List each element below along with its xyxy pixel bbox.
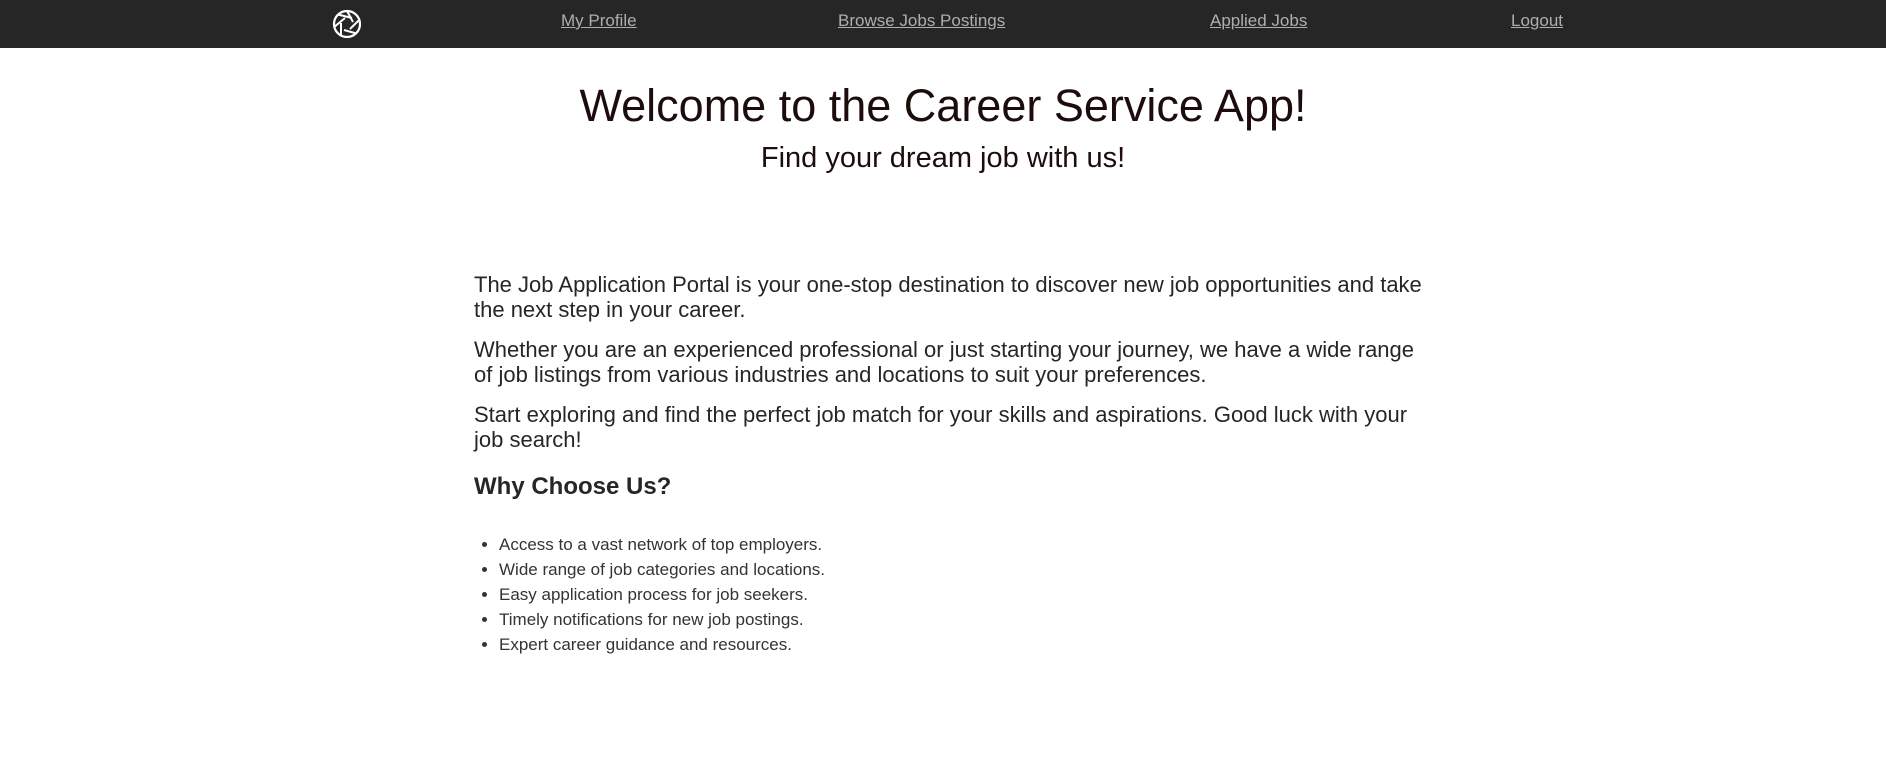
- list-item: Easy application process for job seekers…: [499, 582, 1434, 607]
- top-navbar: My Profile Browse Jobs Postings Applied …: [0, 0, 1886, 48]
- nav-link-browse-jobs[interactable]: Browse Jobs Postings: [838, 11, 1005, 31]
- page-title: Welcome to the Career Service App!: [579, 80, 1307, 131]
- page-subtitle: Find your dream job with us!: [760, 142, 1126, 174]
- intro-paragraph: The Job Application Portal is your one-s…: [474, 272, 1422, 322]
- list-item: Expert career guidance and resources.: [499, 632, 1434, 657]
- list-item: Access to a vast network of top employer…: [499, 532, 1434, 557]
- intro-paragraph: Whether you are an experienced professio…: [474, 337, 1415, 387]
- list-item: Wide range of job categories and locatio…: [499, 557, 1434, 582]
- why-choose-us-heading: Why Choose Us?: [474, 473, 672, 500]
- nav-link-logout[interactable]: Logout: [1511, 11, 1563, 31]
- nav-link-my-profile[interactable]: My Profile: [561, 11, 637, 31]
- intro-section: The Job Application Portal is your one-s…: [474, 272, 1434, 657]
- features-list: Access to a vast network of top employer…: [474, 532, 1434, 657]
- list-item: Timely notifications for new job posting…: [499, 607, 1434, 632]
- aperture-icon[interactable]: [332, 9, 362, 39]
- nav-link-applied-jobs[interactable]: Applied Jobs: [1210, 11, 1307, 31]
- intro-paragraph: Start exploring and find the perfect job…: [474, 402, 1408, 452]
